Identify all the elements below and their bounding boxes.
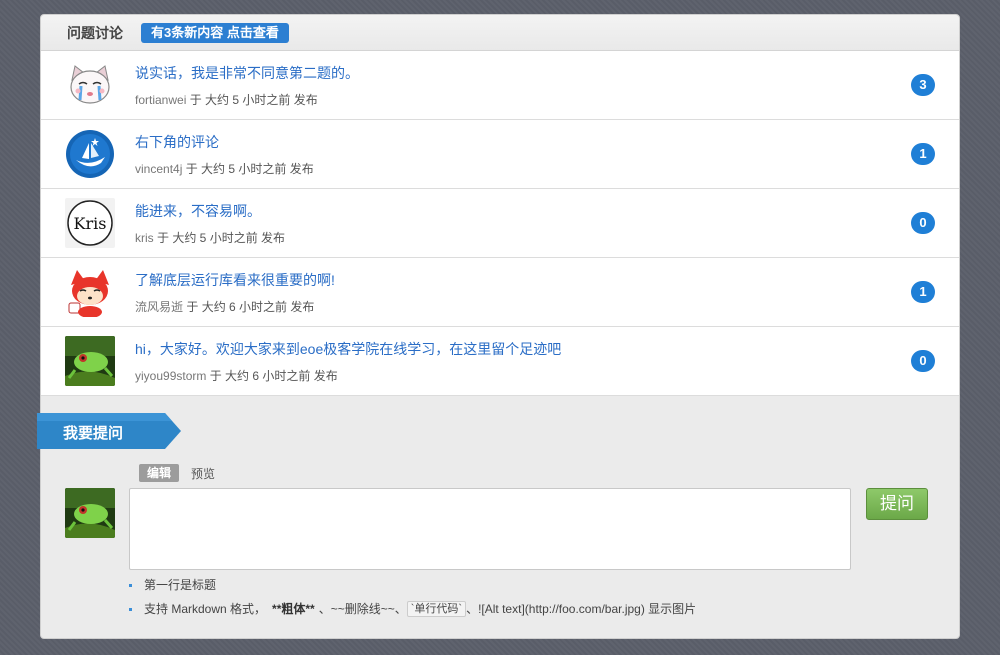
reply-count-badge: 1 (911, 281, 935, 303)
hint-text: 第一行是标题 (144, 578, 217, 592)
post-time: 于 大约 6 小时之前 发布 (186, 299, 315, 314)
author-link[interactable]: fortianwei (135, 93, 186, 107)
hint-text: 支持 Markdown 格式， (144, 602, 267, 616)
panel-title: 问题讨论 (67, 24, 123, 41)
author-link[interactable]: vincent4j (135, 162, 182, 176)
question-textarea[interactable] (129, 488, 851, 570)
tab-preview[interactable]: 预览 (191, 465, 215, 482)
discussion-title-link[interactable]: 能进来，不容易啊。 (135, 201, 285, 221)
bullet-icon (129, 607, 132, 611)
post-time: 于 大约 5 小时之前 发布 (185, 161, 314, 176)
reply-count-badge: 1 (911, 143, 935, 165)
discussion-title-link[interactable]: hi，大家好。欢迎大家来到eoe极客学院在线学习，在这里留个足迹吧 (135, 339, 561, 359)
author-link[interactable]: yiyou99storm (135, 369, 206, 383)
hint-line: 支持 Markdown 格式， **粗体** 、~~删除线~~、 `单行代码` … (129, 601, 696, 617)
list-item: 说实话，我是非常不同意第二题的。 fortianwei 于 大约 5 小时之前 … (41, 51, 959, 120)
ask-button[interactable]: 提问 (866, 488, 928, 520)
panel-header: 问题讨论 有3条新内容 点击查看 (41, 15, 959, 51)
author-link[interactable]: kris (135, 231, 154, 245)
editor-tabs: 编辑 预览 (139, 464, 215, 482)
hint-bold-example: **粗体** (272, 602, 315, 616)
discussion-title-link[interactable]: 右下角的评论 (135, 132, 314, 152)
reply-count-badge: 3 (911, 74, 935, 96)
new-content-button[interactable]: 有3条新内容 点击查看 (141, 22, 289, 43)
kris-avatar-icon[interactable]: Kris (65, 198, 115, 248)
reply-count-badge: 0 (911, 212, 935, 234)
discussion-list: 说实话，我是非常不同意第二题的。 fortianwei 于 大约 5 小时之前 … (41, 51, 959, 396)
list-item: hi，大家好。欢迎大家来到eoe极客学院在线学习，在这里留个足迹吧 yiyou9… (41, 327, 959, 396)
ask-question-ribbon: 我要提问 (37, 413, 183, 453)
frog-avatar-icon[interactable] (65, 336, 115, 386)
author-link[interactable]: 流风易逝 (135, 300, 183, 314)
list-item: 右下角的评论 vincent4j 于 大约 5 小时之前 发布 1 (41, 120, 959, 189)
tab-edit[interactable]: 编辑 (139, 464, 180, 482)
ribbon-label: 我要提问 (63, 425, 124, 442)
discussion-title-link[interactable]: 了解底层运行库看来很重要的啊! (135, 270, 335, 290)
reply-count-badge: 0 (911, 350, 935, 372)
hint-text: 、~~删除线~~、 (318, 602, 407, 616)
list-item: Kris 能进来，不容易啊。 kris 于 大约 5 小时之前 发布 0 (41, 189, 959, 258)
bullet-icon (129, 583, 132, 587)
list-item: 了解底层运行库看来很重要的啊! 流风易逝 于 大约 6 小时之前 发布 1 (41, 258, 959, 327)
hint-line: 第一行是标题 (129, 578, 696, 592)
post-time: 于 大约 6 小时之前 发布 (209, 368, 338, 383)
hint-text: 、![Alt text](http://foo.com/bar.jpg) 显示图… (466, 602, 697, 616)
post-time: 于 大约 5 小时之前 发布 (157, 230, 286, 245)
discussion-panel: 问题讨论 有3条新内容 点击查看 说实话，我是非常不同意第二题的。 fortia… (37, 14, 960, 639)
ship-avatar-icon[interactable] (65, 129, 115, 179)
hint-code-example: `单行代码` (406, 601, 467, 617)
cat-avatar-icon[interactable] (65, 60, 115, 110)
frog-avatar-icon (65, 488, 115, 538)
discussion-title-link[interactable]: 说实话，我是非常不同意第二题的。 (135, 63, 359, 83)
avatar-text: Kris (74, 214, 107, 233)
post-time: 于 大约 5 小时之前 发布 (189, 92, 318, 107)
fox-avatar-icon[interactable] (65, 267, 115, 317)
markdown-hints: 第一行是标题 支持 Markdown 格式， **粗体** 、~~删除线~~、 … (129, 578, 696, 626)
